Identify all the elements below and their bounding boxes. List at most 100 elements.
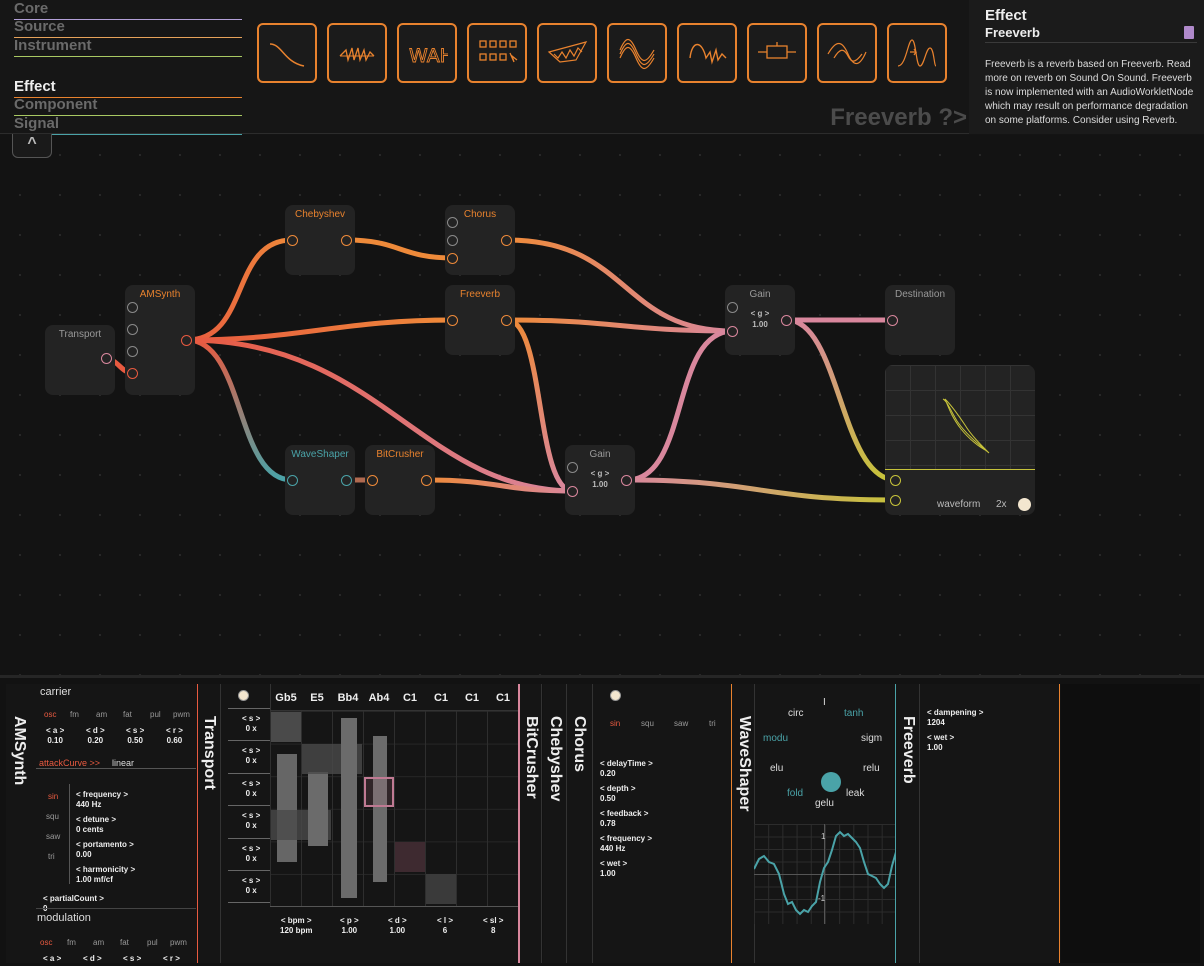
chorus-wave-saw[interactable]: saw bbox=[674, 719, 688, 728]
fn-sigm[interactable]: sigm bbox=[861, 733, 882, 744]
tab-fm[interactable]: fm bbox=[70, 710, 79, 719]
wave-sin[interactable]: sin bbox=[48, 792, 58, 801]
input-port[interactable] bbox=[127, 368, 138, 379]
mod-tab-osc[interactable]: osc bbox=[40, 938, 52, 947]
feedback-delay-tile[interactable] bbox=[817, 23, 877, 83]
param-l[interactable]: < l >6 bbox=[437, 916, 453, 936]
input-port[interactable] bbox=[127, 324, 138, 335]
output-port[interactable] bbox=[501, 315, 512, 326]
note-bar[interactable] bbox=[308, 772, 328, 846]
output-port[interactable] bbox=[181, 335, 192, 346]
chorus-wave-tri[interactable]: tri bbox=[709, 719, 716, 728]
vibrato-tile[interactable] bbox=[677, 23, 737, 83]
param-p[interactable]: < p >1.00 bbox=[340, 916, 359, 936]
category-core[interactable]: Core bbox=[14, 0, 242, 20]
category-signal[interactable]: Signal bbox=[14, 115, 242, 135]
mod-tab-am[interactable]: am bbox=[93, 938, 104, 947]
bitcrusher-tile[interactable] bbox=[327, 23, 387, 83]
param-portamento[interactable]: < portamento >0.00 bbox=[76, 840, 134, 860]
node-freeverb[interactable]: Freeverb bbox=[445, 285, 515, 355]
input-port[interactable] bbox=[567, 486, 578, 497]
category-source[interactable]: Source bbox=[14, 18, 242, 38]
input-port[interactable] bbox=[367, 475, 378, 486]
fn-fold[interactable]: fold bbox=[787, 788, 803, 799]
chebyshev-tile[interactable] bbox=[537, 23, 597, 83]
note-bar[interactable] bbox=[341, 718, 357, 898]
fn-modu[interactable]: modu bbox=[763, 733, 788, 744]
note-bar[interactable] bbox=[373, 736, 387, 882]
node-amsynth[interactable]: AMSynth bbox=[125, 285, 195, 395]
seq-cell-active[interactable] bbox=[271, 712, 301, 742]
param-depth[interactable]: < depth >0.50 bbox=[600, 784, 636, 804]
category-instrument[interactable]: Instrument bbox=[14, 37, 242, 57]
input-port[interactable] bbox=[287, 235, 298, 246]
fn-elu[interactable]: elu bbox=[770, 763, 783, 774]
category-effect[interactable]: Effect bbox=[14, 78, 242, 98]
param-wet[interactable]: < wet >1.00 bbox=[600, 859, 627, 879]
distortion-tile[interactable] bbox=[747, 23, 807, 83]
chorus-wave-sin[interactable]: sin bbox=[610, 719, 620, 728]
input-port[interactable] bbox=[127, 346, 138, 357]
input-port[interactable] bbox=[567, 462, 578, 473]
mod-tab-fat[interactable]: fat bbox=[120, 938, 129, 947]
note-header[interactable]: C1 bbox=[395, 692, 425, 704]
node-chorus[interactable]: Chorus bbox=[445, 205, 515, 275]
param-detune[interactable]: < detune >0 cents bbox=[76, 815, 116, 835]
tab-pul[interactable]: pul bbox=[150, 710, 161, 719]
chorus-wave-squ[interactable]: squ bbox=[641, 719, 654, 728]
step-row[interactable]: < s >0 x bbox=[242, 714, 260, 734]
param-feedback[interactable]: < feedback >0.78 bbox=[600, 809, 648, 829]
stereo-widener-tile[interactable] bbox=[467, 23, 527, 83]
mod-tab-pul[interactable]: pul bbox=[147, 938, 158, 947]
selected-node-title[interactable]: Freeverb ?> bbox=[830, 104, 967, 132]
attack-curve-row[interactable]: attackCurve >> linear bbox=[36, 755, 196, 769]
param-d[interactable]: < d >1.00 bbox=[388, 916, 407, 936]
frequency-shifter-tile[interactable] bbox=[887, 23, 947, 83]
env-attack[interactable]: < a >0.10 bbox=[46, 726, 64, 746]
output-port[interactable] bbox=[421, 475, 432, 486]
output-port[interactable] bbox=[621, 475, 632, 486]
note-header[interactable]: Bb4 bbox=[333, 692, 363, 704]
param-bpm[interactable]: < bpm >120 bpm bbox=[280, 916, 312, 936]
param-frequency[interactable]: < frequency >440 Hz bbox=[600, 834, 652, 854]
input-port[interactable] bbox=[127, 302, 138, 313]
node-chebyshev[interactable]: Chebyshev bbox=[285, 205, 355, 275]
input-port[interactable] bbox=[447, 235, 458, 246]
input-port[interactable] bbox=[890, 495, 901, 506]
input-port[interactable] bbox=[287, 475, 298, 486]
output-port[interactable] bbox=[341, 475, 352, 486]
input-port[interactable] bbox=[447, 315, 458, 326]
node-transport[interactable]: Transport bbox=[45, 325, 115, 395]
note-bar[interactable] bbox=[277, 754, 297, 862]
node-gain-2[interactable]: Gain < g > 1.00 bbox=[565, 445, 635, 515]
output-port[interactable] bbox=[781, 315, 792, 326]
collapse-button[interactable]: ^ bbox=[12, 134, 52, 158]
seq-cell-active[interactable] bbox=[395, 842, 425, 872]
param-harmonicity[interactable]: < harmonicity >1.00 mf/cf bbox=[76, 865, 135, 885]
node-destination[interactable]: Destination bbox=[885, 285, 955, 355]
wave-squ[interactable]: squ bbox=[46, 812, 59, 821]
tab-osc[interactable]: osc bbox=[44, 710, 56, 719]
mod-env-sustain[interactable]: < s > bbox=[123, 954, 141, 963]
wave-tri[interactable]: tri bbox=[48, 852, 55, 861]
seq-cell-active[interactable] bbox=[426, 874, 456, 904]
chorus-toggle[interactable] bbox=[610, 690, 621, 701]
step-row[interactable]: < s >0 x bbox=[242, 876, 260, 896]
seq-cell-selected[interactable] bbox=[364, 777, 394, 807]
input-port[interactable] bbox=[727, 326, 738, 337]
chorus-tile[interactable] bbox=[607, 23, 667, 83]
mod-tab-pwm[interactable]: pwm bbox=[170, 938, 187, 947]
env-release[interactable]: < r >0.60 bbox=[166, 726, 183, 746]
input-port[interactable] bbox=[727, 302, 738, 313]
env-decay[interactable]: < d >0.20 bbox=[86, 726, 105, 746]
tab-am[interactable]: am bbox=[96, 710, 107, 719]
fn-gelu[interactable]: gelu bbox=[815, 798, 834, 809]
note-header[interactable]: E5 bbox=[302, 692, 332, 704]
node-waveshaper[interactable]: WaveShaper bbox=[285, 445, 355, 515]
tab-fat[interactable]: fat bbox=[123, 710, 132, 719]
note-header[interactable]: C1 bbox=[426, 692, 456, 704]
node-oscilloscope[interactable]: waveform 2x bbox=[885, 365, 1035, 515]
transport-play-toggle[interactable] bbox=[238, 690, 249, 701]
autowah-tile[interactable]: WAH bbox=[397, 23, 457, 83]
category-component[interactable]: Component bbox=[14, 96, 242, 116]
